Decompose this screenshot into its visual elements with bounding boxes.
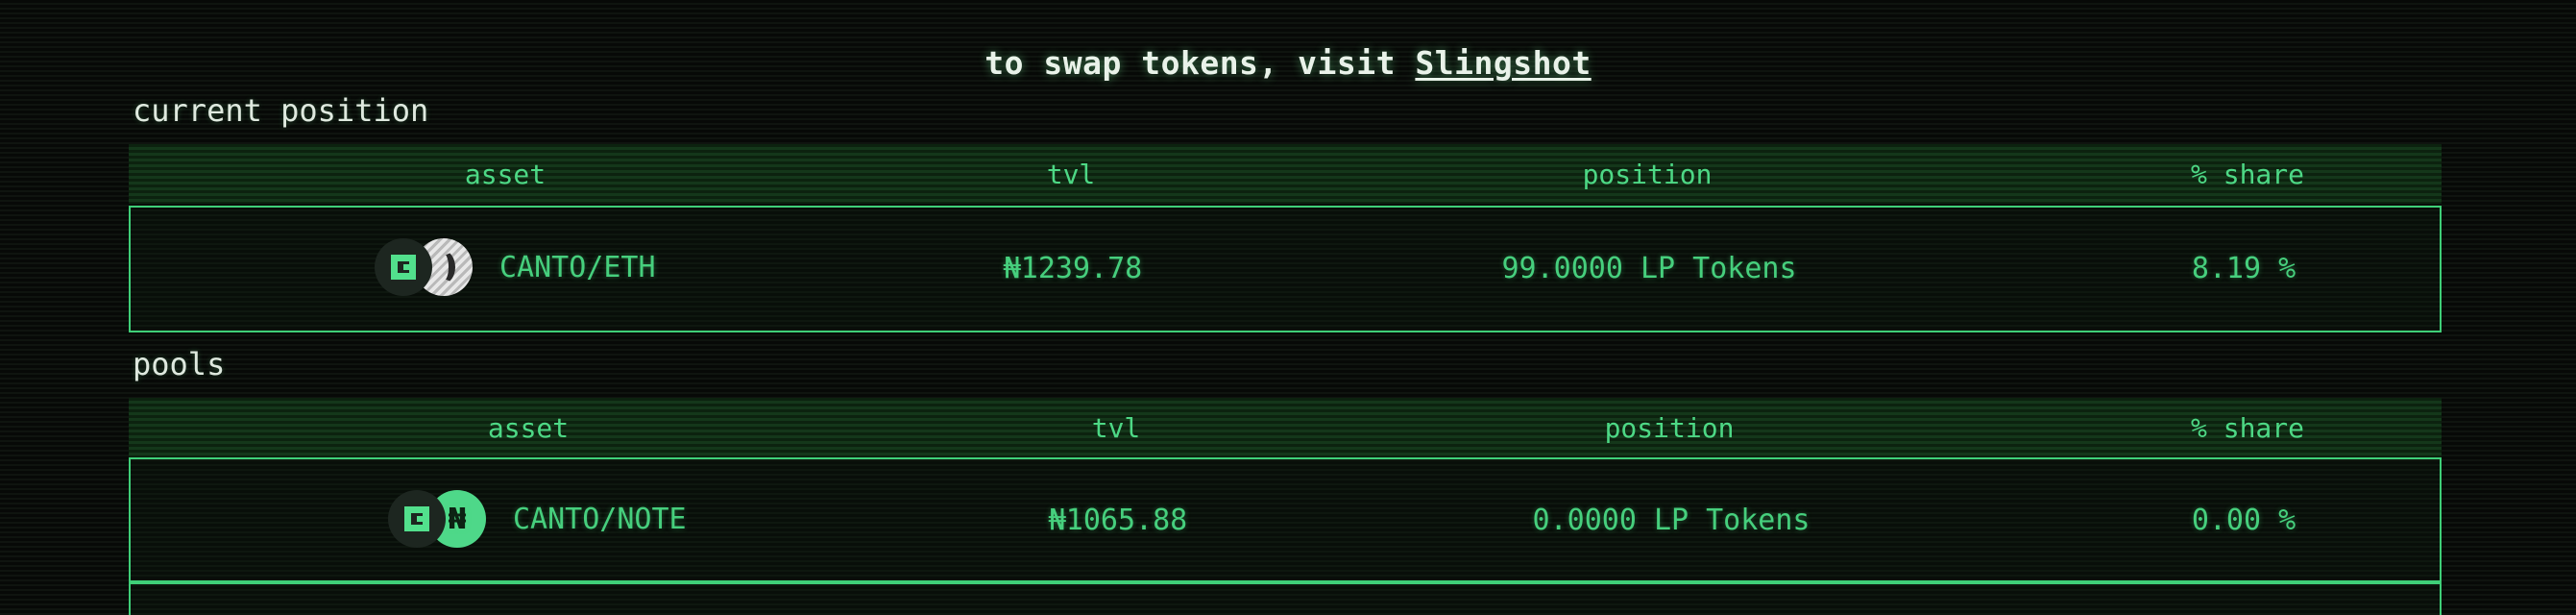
canto-token-icon [388,490,446,548]
asset-cell: ₦ CANTO/NOTE [388,490,687,548]
table-header: asset tvl position % share [129,398,2442,457]
column-header-tvl: tvl [1046,159,1096,190]
share-value: 8.19 % [2191,252,2297,285]
asset-name: CANTO/NOTE [513,502,687,536]
column-header-position: position [1604,412,1735,444]
asset-cell: CANTO/ETH [375,238,656,296]
share-value: 0.00 % [2191,504,2297,537]
tvl-value: ₦1065.88 [1048,504,1188,537]
canto-token-icon [375,238,432,296]
swap-banner: to swap tokens, visit Slingshot [0,44,2576,82]
column-header-asset: asset [464,159,547,190]
current-position-heading: current position [133,92,429,129]
column-header-tvl: tvl [1091,412,1141,444]
column-header-share: % share [2190,159,2305,190]
column-header-position: position [1582,159,1713,190]
swap-banner-text: to swap tokens, visit [984,44,1397,82]
table-row[interactable]: CANTO/ETH ₦1239.78 99.0000 LP Tokens 8.1… [129,206,2442,332]
column-header-share: % share [2190,412,2305,444]
pools-table: asset tvl position % share ₦ CANTO/NOTE … [129,398,2442,615]
asset-name: CANTO/ETH [499,250,656,284]
position-value: 0.0000 LP Tokens [1532,504,1810,537]
current-position-table: asset tvl position % share CANTO/ETH ₦12… [129,144,2442,332]
tvl-value: ₦1239.78 [1003,252,1143,285]
table-row[interactable]: ₦ CANTO/NOTE ₦1065.88 0.0000 LP Tokens 0… [129,457,2442,582]
position-value: 99.0000 LP Tokens [1501,252,1797,285]
column-header-asset: asset [487,412,570,444]
table-row[interactable] [129,582,2442,615]
slingshot-link[interactable]: Slingshot [1415,44,1591,82]
pools-heading: pools [133,346,226,382]
table-header: asset tvl position % share [129,144,2442,204]
